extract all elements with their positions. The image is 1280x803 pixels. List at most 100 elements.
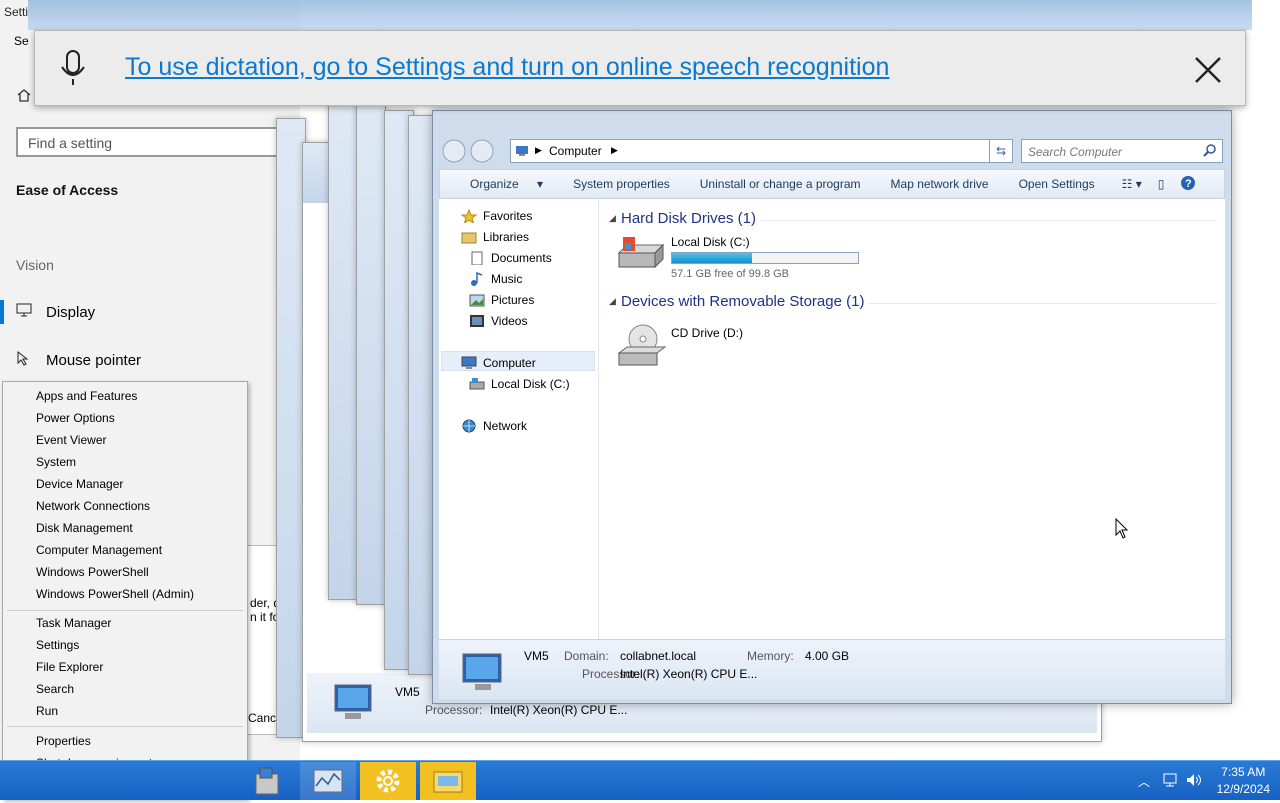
nav-favorites[interactable]: Favorites (460, 208, 532, 225)
nav-pictures[interactable]: Pictures (469, 293, 534, 307)
system-properties-button[interactable]: System properties (558, 177, 685, 191)
address-bar[interactable]: ▶ Computer ▶ ▼ (510, 139, 1010, 163)
menu-item-power-options[interactable]: Power Options (36, 411, 115, 425)
forward-button[interactable] (469, 139, 495, 166)
collapse-icon[interactable]: ◢ (609, 213, 616, 224)
search-icon[interactable] (1203, 144, 1217, 161)
menu-item-properties[interactable]: Properties (36, 734, 91, 748)
search-input[interactable]: Search Computer (1021, 139, 1223, 163)
explorer-window[interactable]: ▶ Computer ▶ ▼ ⇆ Search Computer Organiz… (432, 110, 1232, 704)
background-window[interactable] (328, 100, 358, 600)
menu-item-windows-powershell-admin[interactable]: Windows PowerShell (Admin) (36, 587, 194, 601)
music-icon (469, 271, 485, 286)
breadcrumb-arrow-icon: ▶ (535, 145, 542, 155)
preview-pane-icon[interactable]: ▯ (1150, 177, 1173, 191)
content-pane: ◢ Hard Disk Drives (1) Local Disk (C:) 5… (599, 199, 1225, 639)
mouse-pointer-icon (16, 350, 32, 370)
settings-subtitle: Se (14, 34, 29, 48)
memory-label: Memory: (747, 649, 794, 663)
group-header-removable[interactable]: Devices with Removable Storage (1) (621, 293, 864, 310)
processor-value: Intel(R) Xeon(R) CPU E... (490, 703, 628, 717)
background-window[interactable] (356, 105, 386, 605)
svg-text:?: ? (1185, 178, 1192, 190)
menu-item-device-manager[interactable]: Device Manager (36, 477, 123, 491)
processor-label: Processor: (425, 703, 483, 717)
refresh-icon[interactable]: ⇆ (989, 139, 1013, 163)
star-icon (460, 208, 478, 225)
nav-documents[interactable]: Documents (469, 251, 552, 266)
machine-name: VM5 (395, 685, 420, 699)
nav-item-display[interactable]: Display (0, 292, 280, 332)
nav-network[interactable]: Network (461, 419, 527, 433)
nav-libraries[interactable]: Libraries (461, 230, 529, 244)
menu-item-settings[interactable]: Settings (36, 638, 79, 652)
document-icon (469, 251, 485, 266)
organize-button[interactable]: Organize ▾ (440, 177, 558, 191)
hard-drive-icon (617, 235, 665, 278)
group-divider (869, 303, 1217, 304)
network-icon (461, 419, 477, 433)
menu-item-system[interactable]: System (36, 455, 76, 469)
map-network-drive-button[interactable]: Map network drive (876, 177, 1004, 191)
group-divider (761, 220, 1217, 221)
settings-search-input[interactable]: Find a setting (16, 127, 286, 157)
videos-icon (469, 314, 485, 328)
back-button[interactable] (441, 139, 467, 166)
menu-item-event-viewer[interactable]: Event Viewer (36, 433, 106, 447)
partial-text: n it fo (250, 610, 280, 624)
computer-small-icon (515, 145, 529, 160)
domain-value: collabnet.local (620, 649, 697, 663)
menu-item-network-connections[interactable]: Network Connections (36, 499, 150, 513)
mouse-cursor-icon (1115, 517, 1129, 543)
menu-item-disk-management[interactable]: Disk Management (36, 521, 133, 535)
nav-item-label: Mouse pointer (46, 351, 142, 369)
help-icon[interactable]: ? (1172, 175, 1204, 194)
clock-date: 12/9/2024 (1216, 782, 1270, 796)
home-icon[interactable] (16, 88, 32, 102)
nav-item-mouse-pointer[interactable]: Mouse pointer (0, 340, 280, 380)
settings-group-vision: Vision (16, 257, 54, 273)
uninstall-program-button[interactable]: Uninstall or change a program (685, 177, 876, 191)
network-tray-icon[interactable] (1162, 772, 1178, 791)
collapse-icon[interactable]: ◢ (609, 296, 616, 307)
menu-item-run[interactable]: Run (36, 704, 58, 718)
group-header-hard-disks[interactable]: Hard Disk Drives (1) (621, 210, 756, 227)
volume-icon[interactable] (1185, 772, 1203, 791)
selection-indicator (0, 300, 4, 324)
view-options-icon[interactable]: ☷ ▾ (1110, 177, 1150, 191)
open-settings-button[interactable]: Open Settings (1004, 177, 1110, 191)
settings-gear-icon[interactable] (360, 762, 416, 800)
navigation-pane: Favorites Libraries Documents Music Pict… (439, 199, 599, 639)
menu-item-windows-powershell[interactable]: Windows PowerShell (36, 565, 149, 579)
nav-item-label: Display (46, 303, 96, 321)
system-clock[interactable]: 7:35 AM 12/9/2024 (1217, 764, 1270, 798)
computer-icon (461, 356, 477, 370)
taskbar: ︿ 7:35 AM 12/9/2024 (0, 760, 1280, 800)
nav-videos[interactable]: Videos (469, 314, 527, 328)
file-explorer-icon[interactable] (420, 762, 476, 800)
menu-item-computer-management[interactable]: Computer Management (36, 543, 162, 557)
menu-item-search[interactable]: Search (36, 682, 74, 696)
dictation-settings-link[interactable]: To use dictation, go to Settings and tur… (125, 53, 889, 82)
show-hidden-icons-icon[interactable]: ︿ (1138, 773, 1150, 790)
local-disk-name[interactable]: Local Disk (C:) (671, 235, 750, 249)
menu-item-file-explorer[interactable]: File Explorer (36, 660, 103, 674)
nav-computer[interactable]: Computer (461, 356, 536, 370)
cd-drive-icon (617, 323, 667, 372)
hard-drive-icon (469, 377, 485, 391)
close-icon[interactable] (1193, 55, 1223, 85)
breadcrumb-arrow-icon[interactable]: ▶ (611, 145, 618, 156)
file-cabinet-icon[interactable] (240, 762, 296, 800)
memory-value: 4.00 GB (805, 649, 850, 663)
server-manager-icon[interactable] (300, 762, 356, 800)
nav-local-disk[interactable]: Local Disk (C:) (469, 377, 570, 391)
nav-music[interactable]: Music (469, 271, 522, 286)
menu-item-apps-and-features[interactable]: Apps and Features (36, 389, 137, 403)
menu-separator (7, 610, 243, 611)
settings-section-title: Ease of Access (16, 182, 119, 198)
menu-item-task-manager[interactable]: Task Manager (36, 616, 111, 630)
power-user-menu: Apps and Features Power Options Event View… (2, 381, 248, 800)
microphone-icon (59, 49, 87, 90)
breadcrumb-computer[interactable]: Computer (549, 144, 602, 158)
cd-drive-name[interactable]: CD Drive (D:) (671, 326, 743, 340)
